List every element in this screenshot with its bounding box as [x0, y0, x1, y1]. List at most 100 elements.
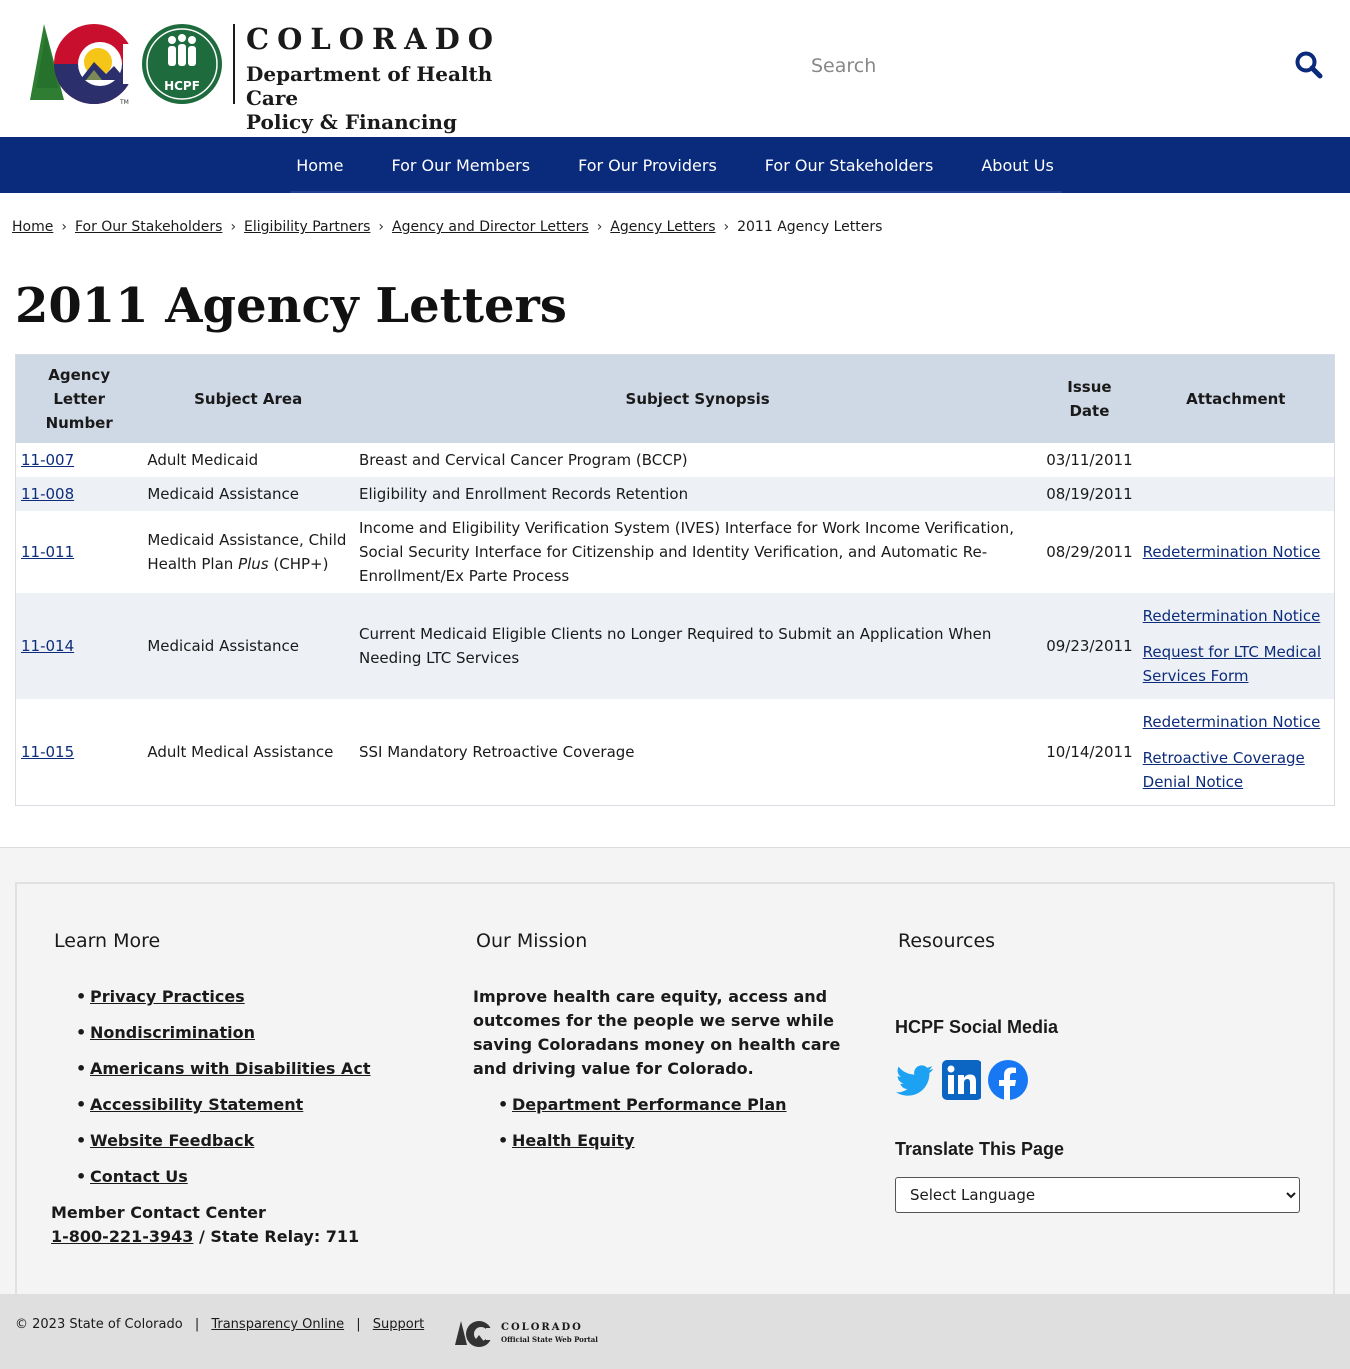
issue-date-cell: 08/29/2011 — [1041, 511, 1138, 593]
health-equity-link[interactable]: Health Equity — [512, 1131, 634, 1150]
accessibility-link[interactable]: Accessibility Statement — [90, 1095, 303, 1114]
site-header: TM HCPF COLORADO Department of Health Ca… — [0, 0, 1350, 137]
synopsis-cell: Eligibility and Enrollment Records Reten… — [353, 477, 1042, 511]
learn-more-list: Privacy Practices Nondiscrimination Amer… — [90, 985, 371, 1201]
attachment-link[interactable]: Request for LTC Medical Services Form — [1143, 640, 1329, 688]
search-bar — [811, 50, 1331, 82]
breadcrumb-current: 2011 Agency Letters — [737, 219, 883, 235]
breadcrumb-stakeholders[interactable]: For Our Stakeholders — [75, 219, 222, 235]
chevron-right-icon: › — [378, 219, 385, 235]
attachment-link[interactable]: Retroactive Coverage Denial Notice — [1143, 746, 1329, 794]
portal-subtitle: Official State Web Portal — [501, 1335, 598, 1344]
privacy-practices-link[interactable]: Privacy Practices — [90, 987, 245, 1006]
facebook-icon[interactable] — [987, 1059, 1028, 1101]
table-header-row: Agency Letter Number Subject Area Subjec… — [15, 354, 1335, 443]
nav-item-stakeholders[interactable]: For Our Stakeholders — [765, 156, 934, 175]
contact-us-link[interactable]: Contact Us — [90, 1167, 188, 1186]
mission-links: Department Performance Plan Health Equit… — [512, 1093, 787, 1165]
nav-item-providers[interactable]: For Our Providers — [578, 156, 717, 175]
letter-number-link[interactable]: 11-007 — [21, 451, 74, 469]
nav-item-home[interactable]: Home — [296, 156, 343, 175]
issue-date-cell: 10/14/2011 — [1041, 699, 1138, 805]
chevron-right-icon: › — [230, 219, 237, 235]
colorado-portal-logo[interactable]: COLORADO Official State Web Portal — [455, 1319, 598, 1349]
logo-dept-line1: Department of Health Care — [246, 62, 493, 110]
column-header-issue-date: Issue Date — [1041, 354, 1138, 443]
transparency-online-link[interactable]: Transparency Online — [211, 1317, 344, 1332]
linkedin-icon[interactable] — [941, 1059, 982, 1101]
breadcrumb-eligibility-partners[interactable]: Eligibility Partners — [244, 219, 370, 235]
phone-link[interactable]: 1-800-221-3943 — [51, 1227, 193, 1246]
synopsis-cell: SSI Mandatory Retroactive Coverage — [353, 699, 1042, 805]
breadcrumb-agency-letters[interactable]: Agency Letters — [610, 219, 715, 235]
performance-plan-link[interactable]: Department Performance Plan — [512, 1095, 787, 1114]
copyright-label: © 2023 State of Colorado — [15, 1317, 183, 1332]
column-header-synopsis: Subject Synopsis — [353, 354, 1042, 443]
subject-area-cell: Medicaid Assistance — [142, 477, 354, 511]
list-item: Website Feedback — [90, 1129, 371, 1165]
list-item: Accessibility Statement — [90, 1093, 371, 1129]
search-button[interactable] — [1293, 50, 1325, 82]
support-link[interactable]: Support — [373, 1317, 424, 1332]
copyright-text: © 2023 State of Colorado | Transparency … — [15, 1317, 424, 1332]
chevron-right-icon: › — [596, 219, 603, 235]
list-item: Contact Us — [90, 1165, 371, 1201]
breadcrumb-home[interactable]: Home — [12, 219, 53, 235]
attachment-link[interactable]: Redetermination Notice — [1143, 710, 1329, 734]
letter-number-link[interactable]: 11-015 — [21, 743, 74, 761]
column-header-attachment: Attachment — [1137, 354, 1335, 443]
column-header-number: Agency Letter Number — [15, 354, 143, 443]
portal-text: COLORADO Official State Web Portal — [501, 1322, 598, 1346]
breadcrumb-agency-director-letters[interactable]: Agency and Director Letters — [392, 219, 589, 235]
svg-text:TM: TM — [119, 99, 129, 106]
colorado-portal-icon — [455, 1321, 492, 1347]
subject-area-cell: Medicaid Assistance — [142, 593, 354, 699]
synopsis-cell: Current Medicaid Eligible Clients no Lon… — [353, 593, 1042, 699]
attachment-cell: Redetermination Notice Retroactive Cover… — [1137, 699, 1335, 805]
list-item: Health Equity — [512, 1129, 787, 1165]
contact-phone-line: 1-800-221-3943 / State Relay: 711 — [51, 1225, 359, 1249]
letter-number-link[interactable]: 11-011 — [21, 543, 74, 561]
chevron-right-icon: › — [61, 219, 67, 235]
chevron-right-icon: › — [723, 219, 730, 235]
issue-date-cell: 08/19/2011 — [1041, 477, 1138, 511]
ada-link[interactable]: Americans with Disabilities Act — [90, 1059, 371, 1078]
attachment-cell — [1137, 443, 1335, 477]
mission-text: Improve health care equity, access and o… — [473, 987, 841, 1078]
portal-state: COLORADO — [501, 1322, 583, 1333]
logo-dept-line2: Policy & Financing — [246, 110, 457, 134]
translate-title: Translate This Page — [895, 1139, 1065, 1159]
attachment-link[interactable]: Redetermination Notice — [1143, 604, 1329, 628]
separator: | — [356, 1317, 361, 1332]
letter-number-link[interactable]: 11-008 — [21, 485, 74, 503]
table-row: 11-014 Medicaid Assistance Current Medic… — [15, 593, 1335, 699]
contact-center-label: Member Contact Center — [51, 1203, 266, 1222]
table-row: 11-008 Medicaid Assistance Eligibility a… — [15, 477, 1335, 511]
nav-item-members[interactable]: For Our Members — [391, 156, 530, 175]
nav-underline — [290, 191, 1062, 193]
search-input[interactable] — [811, 50, 1271, 82]
language-select[interactable]: Select Language — [895, 1177, 1300, 1213]
svg-text:HCPF: HCPF — [164, 79, 200, 93]
list-item: Americans with Disabilities Act — [90, 1057, 371, 1093]
member-contact-center: Member Contact Center 1-800-221-3943 / S… — [51, 1201, 359, 1249]
nondiscrimination-link[interactable]: Nondiscrimination — [90, 1023, 255, 1042]
logo-state-name: COLORADO — [246, 22, 502, 56]
list-item: Nondiscrimination — [90, 1021, 371, 1057]
column-header-subject-area: Subject Area — [142, 354, 354, 443]
synopsis-cell: Income and Eligibility Verification Syst… — [353, 511, 1042, 593]
logo-divider — [233, 24, 235, 104]
list-item: Department Performance Plan — [512, 1093, 787, 1129]
twitter-icon[interactable] — [895, 1059, 935, 1101]
attachment-link[interactable]: Redetermination Notice — [1143, 540, 1329, 564]
colorado-hcpf-logo-icon: TM HCPF — [30, 24, 222, 106]
website-feedback-link[interactable]: Website Feedback — [90, 1131, 254, 1150]
list-item: Privacy Practices — [90, 985, 371, 1021]
page-title: 2011 Agency Letters — [15, 278, 567, 334]
learn-more-title: Learn More — [54, 930, 161, 952]
nav-item-about[interactable]: About Us — [981, 156, 1053, 175]
agency-letters-table: Agency Letter Number Subject Area Subjec… — [15, 354, 1335, 806]
letter-number-link[interactable]: 11-014 — [21, 637, 74, 655]
issue-date-cell: 09/23/2011 — [1041, 593, 1138, 699]
site-logo[interactable]: TM HCPF COLORADO Department of Health Ca… — [28, 18, 493, 134]
